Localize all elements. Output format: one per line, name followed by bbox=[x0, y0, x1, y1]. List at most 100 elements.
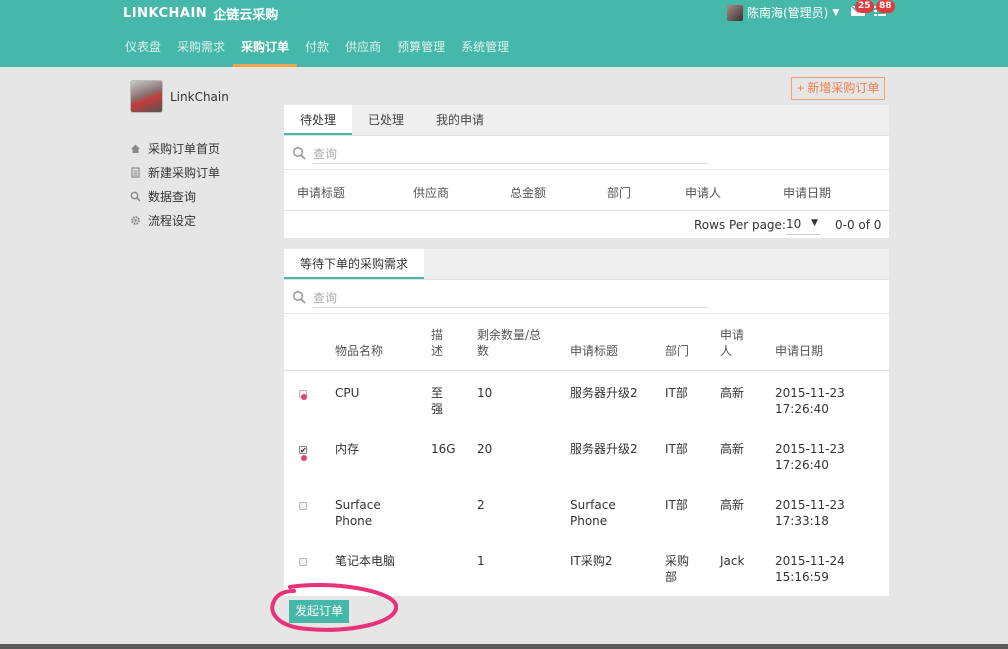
orders-search-input[interactable] bbox=[313, 145, 708, 164]
requests-panel: 等待下单的采购需求 物品名称 描述 剩余数量/总数 申请标题 部门 申请人 申请… bbox=[284, 249, 889, 596]
col-dept[interactable]: 部门 bbox=[607, 184, 631, 201]
cell-request-date: 2015-11-23 17:33:18 bbox=[775, 498, 845, 528]
sidebar-item-new-order[interactable]: 新建采购订单 bbox=[130, 160, 220, 184]
row-checkbox[interactable] bbox=[299, 502, 307, 510]
tab-my-requests[interactable]: 我的申请 bbox=[420, 105, 500, 135]
cell-request-title: IT采购2 bbox=[570, 554, 613, 568]
cell-request-date: 2015-11-23 17:26:40 bbox=[775, 386, 845, 416]
sidebar-item-workflow[interactable]: 流程设定 bbox=[130, 208, 220, 232]
chevron-down-icon: ▼ bbox=[832, 7, 840, 18]
nav-system[interactable]: 系统管理 bbox=[453, 34, 517, 67]
nav-payments[interactable]: 付款 bbox=[297, 34, 337, 67]
bottom-bar bbox=[0, 644, 1008, 649]
cell-item-name: CPU bbox=[335, 386, 360, 400]
document-icon bbox=[130, 166, 141, 178]
col-description[interactable]: 描述 bbox=[431, 327, 445, 359]
cell-request-title: Surface Phone bbox=[570, 498, 616, 528]
rows-per-page-value: 10 bbox=[786, 217, 802, 231]
table-row[interactable]: CPU 至强 10 服务器升级2 IT部 高新 2015-11-23 17:26… bbox=[284, 371, 889, 427]
cell-department: IT部 bbox=[665, 498, 688, 512]
submit-order-button[interactable]: 发起订单 bbox=[289, 600, 350, 623]
nav-dashboard[interactable]: 仪表盘 bbox=[117, 34, 169, 67]
home-icon bbox=[130, 143, 141, 154]
col-applicant[interactable]: 申请人 bbox=[685, 184, 721, 201]
cell-description: 16G bbox=[431, 442, 456, 456]
tab-pending[interactable]: 待处理 bbox=[284, 105, 353, 135]
cell-request-date: 2015-11-24 15:16:59 bbox=[775, 554, 845, 584]
col-date[interactable]: 申请日期 bbox=[783, 184, 831, 201]
table-row[interactable]: ✔ 内存 16G 20 服务器升级2 IT部 高新 2015-11-23 17:… bbox=[284, 427, 889, 483]
tasks-icon[interactable]: 88 bbox=[872, 0, 895, 20]
brand[interactable]: LINKCHAIN 企链云采购 bbox=[123, 4, 278, 23]
click-marker bbox=[301, 455, 307, 461]
rows-per-page-select[interactable]: 10 ▼ bbox=[786, 217, 820, 235]
orders-tabs: 待处理 已处理 我的申请 bbox=[284, 105, 889, 136]
nav-purchase-requests[interactable]: 采购需求 bbox=[169, 34, 233, 67]
company-profile: LinkChain bbox=[130, 80, 229, 113]
col-department[interactable]: 部门 bbox=[665, 343, 689, 359]
cell-item-name: 笔记本电脑 bbox=[335, 554, 396, 568]
row-checkbox[interactable]: ✔ bbox=[299, 446, 307, 455]
col-title[interactable]: 申请标题 bbox=[297, 184, 345, 201]
mail-count-badge: 25 bbox=[855, 0, 874, 13]
nav-budget[interactable]: 预算管理 bbox=[389, 34, 453, 67]
row-checkbox[interactable] bbox=[299, 558, 307, 566]
sidebar-item-label: 流程设定 bbox=[148, 213, 197, 228]
tab-awaiting-order[interactable]: 等待下单的采购需求 bbox=[284, 249, 425, 279]
sidebar-item-label: 新建采购订单 bbox=[148, 165, 221, 180]
cell-department: IT部 bbox=[665, 386, 688, 400]
cell-quantity: 20 bbox=[477, 442, 493, 456]
cell-description: 至强 bbox=[431, 386, 444, 416]
cell-request-title: 服务器升级2 bbox=[570, 442, 638, 456]
cell-department: IT部 bbox=[665, 442, 688, 456]
requests-search bbox=[284, 280, 889, 314]
company-name: LinkChain bbox=[170, 89, 229, 104]
col-item-name[interactable]: 物品名称 bbox=[335, 343, 383, 359]
user-name: 陈南海(管理员) bbox=[747, 6, 829, 20]
sidebar-menu: 采购订单首页 新建采购订单 数据查询 流程设定 bbox=[130, 136, 220, 232]
main-nav: 仪表盘 采购需求 采购订单 付款 供应商 预算管理 系统管理 bbox=[117, 34, 517, 67]
search-icon bbox=[292, 146, 306, 160]
requests-search-input[interactable] bbox=[313, 289, 708, 308]
brand-logo: LINKCHAIN bbox=[123, 5, 208, 21]
cell-department: 采购部 bbox=[665, 554, 690, 584]
cell-item-name: Surface Phone bbox=[335, 498, 381, 528]
cell-quantity: 2 bbox=[477, 498, 485, 512]
sidebar-item-label: 数据查询 bbox=[148, 189, 197, 204]
top-header: LINKCHAIN 企链云采购 陈南海(管理员) ▼ 25 88 仪表盘 采购需… bbox=[0, 0, 1008, 67]
rows-per-page-label: Rows Per page: bbox=[694, 218, 786, 232]
cell-quantity: 1 bbox=[477, 554, 485, 568]
nav-purchase-orders[interactable]: 采购订单 bbox=[233, 34, 298, 67]
sidebar-item-data-query[interactable]: 数据查询 bbox=[130, 184, 220, 208]
cell-applicant: Jack bbox=[720, 554, 745, 568]
user-menu[interactable]: 陈南海(管理员) ▼ bbox=[727, 4, 839, 21]
cell-item-name: 内存 bbox=[335, 442, 360, 456]
cell-applicant: 高新 bbox=[720, 442, 745, 456]
col-quantity[interactable]: 剩余数量/总数 bbox=[477, 327, 547, 359]
nav-suppliers[interactable]: 供应商 bbox=[337, 34, 389, 67]
orders-search bbox=[284, 136, 889, 170]
col-supplier[interactable]: 供应商 bbox=[413, 184, 449, 201]
page-range: 0-0 of 0 bbox=[835, 218, 882, 232]
tab-processed[interactable]: 已处理 bbox=[352, 105, 420, 135]
new-order-button[interactable]: + 新增采购订单 bbox=[791, 77, 886, 100]
cell-quantity: 10 bbox=[477, 386, 493, 400]
table-row[interactable]: Surface Phone 2 Surface Phone IT部 高新 201… bbox=[284, 483, 889, 539]
pagination: Rows Per page: 10 ▼ 0-0 of 0 bbox=[284, 211, 889, 239]
cell-applicant: 高新 bbox=[720, 386, 745, 400]
user-avatar bbox=[727, 4, 743, 21]
chevron-down-icon: ▼ bbox=[811, 218, 818, 228]
col-applicant[interactable]: 申请人 bbox=[720, 327, 746, 359]
sidebar-item-label: 采购订单首页 bbox=[148, 141, 221, 156]
click-marker bbox=[301, 394, 307, 400]
cell-request-date: 2015-11-23 17:26:40 bbox=[775, 442, 845, 472]
cell-request-title: 服务器升级2 bbox=[570, 386, 638, 400]
orders-table-header: 申请标题 供应商 总金额 部门 申请人 申请日期 bbox=[284, 170, 889, 211]
col-request-title[interactable]: 申请标题 bbox=[570, 343, 618, 359]
sidebar-item-orders-home[interactable]: 采购订单首页 bbox=[130, 136, 220, 160]
col-amount[interactable]: 总金额 bbox=[510, 184, 546, 201]
col-request-date[interactable]: 申请日期 bbox=[775, 343, 823, 359]
requests-tabs: 等待下单的采购需求 bbox=[284, 249, 889, 280]
mail-icon[interactable]: 25 bbox=[850, 0, 874, 20]
orders-panel: 待处理 已处理 我的申请 申请标题 供应商 总金额 部门 申请人 申请日期 Ro… bbox=[284, 105, 889, 238]
